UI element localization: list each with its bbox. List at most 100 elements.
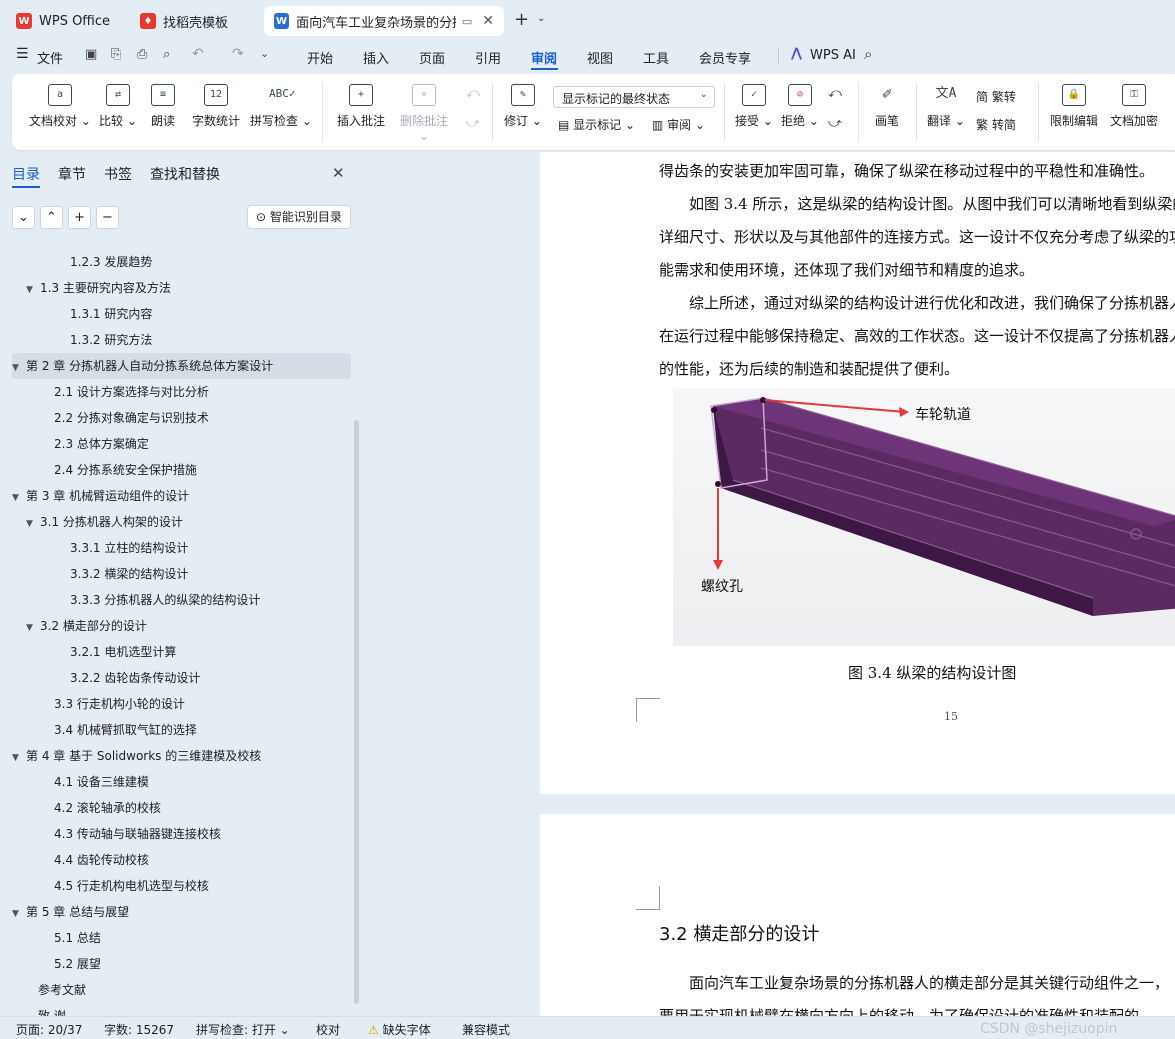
proofread-status[interactable]: 校对 (316, 1021, 340, 1038)
missing-font-status[interactable]: ⚠ 缺失字体 (368, 1021, 431, 1038)
save-icon[interactable]: ▣ (85, 47, 97, 62)
toc-item[interactable]: ▼ 1.3 主要研究内容及方法 (12, 275, 351, 301)
scrollbar-thumb[interactable] (354, 420, 359, 1004)
toc-item[interactable]: 4.4 齿轮传动校核 (12, 847, 351, 873)
menu-insert[interactable]: 插入 (363, 48, 389, 67)
chevron-down-icon[interactable]: ⌄ (537, 13, 545, 24)
expand-arrow-icon[interactable]: ▼ (26, 277, 40, 303)
toc-item[interactable]: 1.3.1 研究内容 (12, 301, 351, 327)
print-preview-icon[interactable]: ⌕ (163, 47, 170, 62)
toc-item[interactable]: 3.2.1 电机选型计算 (12, 639, 351, 665)
toc-item[interactable]: 4.2 滚轮轴承的校核 (12, 795, 351, 821)
delete-comment-button[interactable]: ✕ 删除批注 ⌄ (394, 84, 454, 143)
toc-item[interactable]: ▼ 3.2 横走部分的设计 (12, 613, 351, 639)
toc-item[interactable]: ▼ 第 3 章 机械臂运动组件的设计 (12, 483, 351, 509)
menu-view[interactable]: 视图 (587, 48, 613, 67)
hamburger-icon[interactable]: ☰ (16, 46, 29, 62)
menu-file[interactable]: 文件 (37, 48, 63, 67)
print-icon[interactable]: ⎙ (137, 47, 147, 62)
to-traditional-button[interactable]: 简 繁转 (976, 88, 1016, 105)
collapse-down-button[interactable]: ⌄ (12, 206, 35, 229)
tab-docer-templates[interactable]: ♦ 找稻壳模板 (130, 6, 258, 36)
read-aloud-button[interactable]: ≡ 朗读 (146, 84, 180, 129)
spell-check-button[interactable]: ABC✓ 拼写检查 ⌄ (250, 84, 312, 129)
menu-tools[interactable]: 工具 (643, 48, 669, 67)
toc-item[interactable]: 3.3.2 横梁的结构设计 (12, 561, 351, 587)
menu-membership[interactable]: 会员专享 (699, 48, 751, 67)
toc-item[interactable]: 3.2.2 齿轮齿条传动设计 (12, 665, 351, 691)
prev-change-icon[interactable]: ⤺ (828, 86, 842, 101)
toc-item[interactable]: 2.4 分拣系统安全保护措施 (12, 457, 351, 483)
tab-sections[interactable]: 章节 (58, 164, 86, 184)
restrict-edit-button[interactable]: 🔒 限制编辑 (1048, 84, 1100, 129)
accept-button[interactable]: ✓ 接受 ⌄ (734, 84, 774, 129)
add-heading-button[interactable]: + (68, 206, 91, 229)
menu-references[interactable]: 引用 (475, 48, 501, 67)
expand-arrow-icon[interactable]: ▼ (12, 745, 26, 771)
expand-arrow-icon[interactable]: ▼ (26, 511, 40, 537)
toc-item[interactable]: ▼ 3.1 分拣机器人构架的设计 (12, 509, 351, 535)
track-changes-button[interactable]: ✎ 修订 ⌄ (502, 84, 544, 129)
prev-comment-icon[interactable]: ⤺ (466, 86, 480, 101)
doc-check-button[interactable]: a 文档校对 ⌄ (28, 84, 92, 129)
next-comment-icon[interactable]: ⤻ (466, 116, 480, 131)
toc-item[interactable]: 1.2.3 发展趋势 (12, 249, 351, 275)
tab-toc[interactable]: 目录 (12, 164, 40, 184)
toc-item[interactable]: 3.3.3 分拣机器人的纵梁的结构设计 (12, 587, 351, 613)
reject-button[interactable]: ⊘ 拒绝 ⌄ (780, 84, 820, 129)
tab-find-replace[interactable]: 查找和替换 (150, 164, 220, 184)
spell-check-status[interactable]: 拼写检查: 打开 ⌄ (196, 1021, 290, 1038)
toc-item[interactable]: 4.1 设备三维建模 (12, 769, 351, 795)
undo-icon[interactable]: ↶ (192, 46, 204, 62)
new-tab-icon[interactable]: + (514, 9, 529, 30)
expand-arrow-icon[interactable]: ▼ (12, 355, 26, 381)
expand-arrow-icon[interactable]: ▼ (12, 901, 26, 927)
more-icon[interactable]: ⌄ (260, 47, 269, 60)
toc-item[interactable]: ▼ 第 2 章 分拣机器人自动分拣系统总体方案设计 (12, 353, 351, 379)
toc-item[interactable]: 4.3 传动轴与联轴器键连接校核 (12, 821, 351, 847)
page-indicator[interactable]: 页面: 20/37 (16, 1021, 82, 1038)
close-pane-icon[interactable]: ✕ (332, 164, 345, 182)
display-state-select[interactable]: 显示标记的最终状态 ⌄ (553, 86, 715, 108)
toc-item[interactable]: 2.2 分拣对象确定与识别技术 (12, 405, 351, 431)
tab-document[interactable]: W 面向汽车工业复杂场景的分拣 ▭ ✕ (264, 6, 504, 36)
tab-bookmarks[interactable]: 书签 (104, 164, 132, 184)
tab-wps-office[interactable]: W WPS Office (6, 6, 124, 36)
toc-item[interactable]: ▼ 第 4 章 基于 Solidworks 的三维建模及校核 (12, 743, 351, 769)
menu-home[interactable]: 开始 (307, 48, 333, 67)
insert-comment-button[interactable]: + 插入批注 (334, 84, 388, 129)
toc-item[interactable]: ▼ 第 5 章 总结与展望 (12, 899, 351, 925)
toc-item[interactable]: 3.4 机械臂抓取气缸的选择 (12, 717, 351, 743)
toc-item[interactable]: 参考文献 (12, 977, 351, 1003)
search-icon[interactable]: ⌕ (864, 45, 872, 63)
menu-review[interactable]: 审阅 (531, 48, 557, 67)
toc-item[interactable]: 5.2 展望 (12, 951, 351, 977)
expand-arrow-icon[interactable]: ▼ (26, 615, 40, 641)
toc-item[interactable]: 2.3 总体方案确定 (12, 431, 351, 457)
smart-toc-button[interactable]: ⊙ 智能识别目录 (247, 205, 351, 229)
remove-heading-button[interactable]: − (96, 206, 119, 229)
toc-item[interactable]: 4.5 行走机构电机选型与校核 (12, 873, 351, 899)
menu-page[interactable]: 页面 (419, 48, 445, 67)
toc-item[interactable]: 3.3.1 立柱的结构设计 (12, 535, 351, 561)
menu-wps-ai[interactable]: WPS AI (810, 48, 856, 63)
word-count-status[interactable]: 字数: 15267 (104, 1021, 174, 1038)
next-change-icon[interactable]: ⤻ (828, 116, 842, 131)
compare-button[interactable]: ⇄ 比较 ⌄ (96, 84, 140, 129)
close-tab-icon[interactable]: ✕ (482, 13, 494, 29)
export-icon[interactable]: ⎘ (111, 47, 121, 62)
toc-item[interactable]: 3.3 行走机构小轮的设计 (12, 691, 351, 717)
word-count-button[interactable]: 12 字数统计 (188, 84, 244, 129)
expand-arrow-icon[interactable]: ▼ (12, 485, 26, 511)
toc-item[interactable]: 1.3.2 研究方法 (12, 327, 351, 353)
redo-icon[interactable]: ↷ (232, 46, 244, 62)
translate-button[interactable]: 文A 翻译 ⌄ (926, 84, 966, 129)
toc-item[interactable]: 5.1 总结 (12, 925, 351, 951)
to-simplified-button[interactable]: 繁 转简 (976, 116, 1016, 133)
encrypt-button[interactable]: ⚿ 文档加密 (1108, 84, 1160, 129)
toc-item[interactable]: 2.1 设计方案选择与对比分析 (12, 379, 351, 405)
show-markup-button[interactable]: ▤ 显示标记 ⌄ (558, 116, 635, 133)
pen-button[interactable]: ✐ 画笔 (870, 84, 904, 129)
collapse-up-button[interactable]: ⌃ (40, 206, 63, 229)
review-pane-button[interactable]: ▥ 审阅 ⌄ (652, 116, 705, 133)
